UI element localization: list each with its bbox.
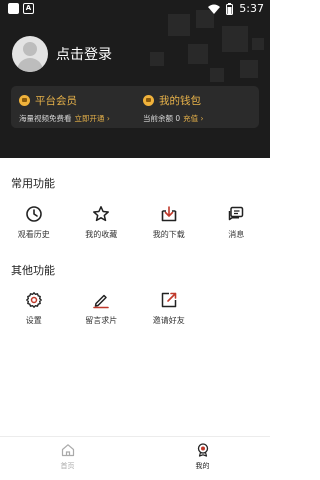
- bottom-tab-bar: 首页 我的: [0, 436, 270, 480]
- edit-icon: [93, 294, 110, 309]
- membership-card: 平台会员 海量视频免费看 立即开通 › 我的钱包 当前余额 0 充值 ›: [11, 86, 259, 128]
- favorites-button[interactable]: 我的收藏: [68, 205, 136, 240]
- history-button[interactable]: 观看历史: [0, 205, 68, 240]
- request-movie-label: 留言求片: [85, 316, 118, 325]
- history-label: 观看历史: [17, 230, 50, 239]
- status-bar: A 5:37: [0, 0, 270, 18]
- other-functions-grid: 设置 留言求片 邀请好友: [0, 291, 270, 326]
- tab-mine[interactable]: 我的: [135, 437, 270, 480]
- vip-subtitle: 海量视频免费看: [19, 114, 72, 123]
- settings-icon: [25, 292, 42, 308]
- a-badge-icon: A: [23, 3, 34, 14]
- profile-badge-icon: [197, 443, 208, 457]
- battery-icon: [226, 2, 234, 15]
- common-functions-grid: 观看历史 我的收藏 我的下载 消息: [0, 205, 270, 240]
- notification-icon: [8, 3, 19, 14]
- request-movie-button[interactable]: 留言求片: [68, 291, 136, 326]
- wallet-title: 我的钱包: [159, 95, 201, 107]
- invite-friends-button[interactable]: 邀请好友: [135, 291, 203, 326]
- tab-home-label: 首页: [60, 462, 75, 470]
- message-icon: [229, 206, 244, 221]
- tab-home[interactable]: 首页: [0, 437, 135, 480]
- wallet-section[interactable]: 我的钱包 当前余额 0 充值 ›: [135, 86, 259, 128]
- avatar[interactable]: [12, 36, 48, 72]
- wifi-icon: [208, 4, 221, 14]
- downloads-button[interactable]: 我的下载: [135, 205, 203, 240]
- crown-icon: [19, 95, 30, 106]
- other-functions-title: 其他功能: [11, 264, 55, 277]
- recharge-link[interactable]: 充值 ›: [183, 114, 203, 123]
- messages-label: 消息: [228, 230, 245, 239]
- vip-title: 平台会员: [35, 95, 77, 107]
- status-time: 5:37: [239, 2, 264, 15]
- login-text[interactable]: 点击登录: [56, 44, 112, 64]
- wallet-balance: 当前余额 0: [143, 114, 181, 123]
- vip-section[interactable]: 平台会员 海量视频免费看 立即开通 ›: [11, 86, 135, 128]
- messages-button[interactable]: 消息: [203, 205, 271, 240]
- profile-header: A 5:37 点击登录 平台会员 海量视频免费看 立即开通 › 我的钱包 当前余…: [0, 0, 270, 158]
- tab-mine-label: 我的: [195, 462, 210, 470]
- settings-button[interactable]: 设置: [0, 291, 68, 326]
- home-icon: [61, 444, 74, 457]
- content-area: 常用功能 观看历史 我的收藏 我的下载 消息 其他功能 设置 留言求片 邀请好友: [0, 158, 270, 436]
- history-icon: [25, 206, 42, 222]
- wallet-icon: [143, 95, 154, 106]
- settings-label: 设置: [25, 316, 42, 325]
- share-icon: [161, 292, 177, 308]
- login-area[interactable]: 点击登录: [12, 36, 112, 72]
- invite-friends-label: 邀请好友: [152, 316, 185, 325]
- downloads-label: 我的下载: [152, 230, 185, 239]
- favorites-label: 我的收藏: [85, 230, 118, 239]
- vip-open-link[interactable]: 立即开通 ›: [75, 114, 110, 123]
- star-icon: [93, 206, 110, 222]
- common-functions-title: 常用功能: [11, 177, 55, 190]
- download-icon: [161, 206, 177, 222]
